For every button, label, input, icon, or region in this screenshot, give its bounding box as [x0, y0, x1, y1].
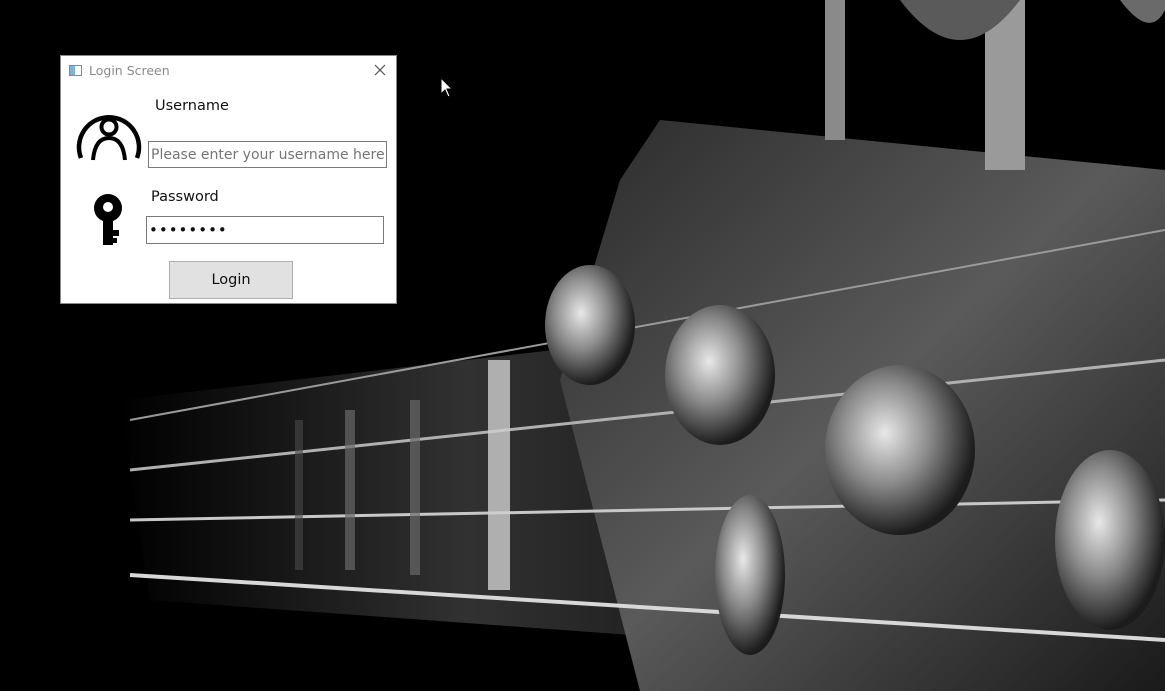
username-label: Username: [155, 98, 229, 114]
username-input[interactable]: [148, 141, 387, 168]
mouse-pointer-icon: [440, 77, 454, 98]
window-app-icon: [69, 65, 82, 76]
title-bar[interactable]: Login Screen: [61, 56, 396, 86]
login-button[interactable]: Login: [169, 261, 293, 299]
login-window: Login Screen Username Password Login: [60, 55, 397, 304]
close-icon: [374, 64, 386, 76]
close-button[interactable]: [368, 58, 392, 82]
desktop: Login Screen Username Password Login: [0, 0, 1165, 691]
key-icon: [94, 194, 122, 245]
user-icon: [76, 114, 142, 161]
password-label: Password: [151, 189, 219, 205]
password-input[interactable]: [146, 216, 384, 244]
window-title: Login Screen: [89, 63, 170, 78]
